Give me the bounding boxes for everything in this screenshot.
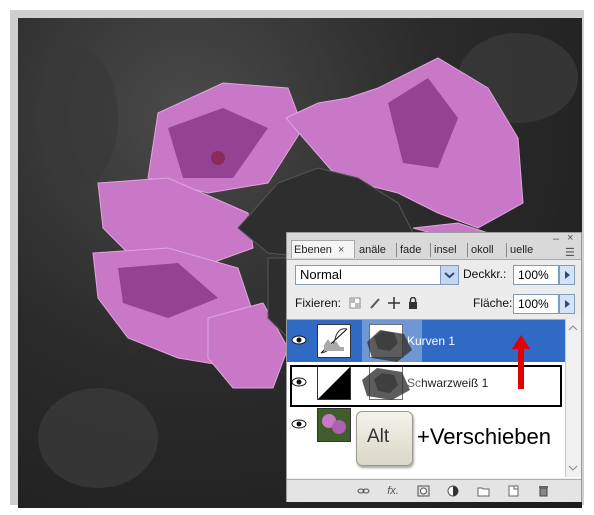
- curves-adjustment-thumbnail: [317, 324, 351, 358]
- trash-icon[interactable]: [537, 485, 550, 497]
- tab-separator: [506, 243, 507, 257]
- blend-mode-value: Normal: [300, 267, 342, 282]
- lock-all-icon[interactable]: [407, 297, 419, 309]
- panel-tab-bar: Ebenen × anäle fade insel okoll uelle – …: [287, 232, 581, 260]
- lock-label: Fixieren:: [295, 296, 342, 310]
- tab-label: anäle: [359, 244, 386, 256]
- lock-move-icon[interactable]: [388, 297, 400, 309]
- eye-icon[interactable]: [291, 333, 307, 347]
- minimize-icon[interactable]: –: [553, 233, 559, 245]
- opacity-field[interactable]: 100%: [513, 265, 559, 285]
- tab-history[interactable]: okoll: [469, 241, 505, 259]
- tab-ebenen[interactable]: Ebenen ×: [291, 240, 355, 258]
- lock-transparent-icon[interactable]: [349, 297, 361, 309]
- tab-label: uelle: [510, 244, 534, 256]
- fill-field[interactable]: 100%: [513, 294, 559, 314]
- tab-separator: [430, 243, 431, 257]
- move-hint-text: +Verschieben: [417, 424, 551, 449]
- scroll-up-icon[interactable]: [566, 321, 580, 335]
- panel-menu-icon[interactable]: ☰: [565, 246, 575, 259]
- tab-label: okoll: [471, 244, 494, 256]
- eye-icon[interactable]: [291, 417, 307, 431]
- alt-key-label: Alt: [367, 426, 390, 447]
- adjustment-icon[interactable]: [447, 485, 460, 497]
- fill-label: Fläche:: [473, 296, 513, 310]
- link-icon[interactable]: [357, 485, 370, 497]
- tab-label: Ebenen: [294, 244, 332, 256]
- fill-slider-button[interactable]: [559, 294, 575, 314]
- mask-icon[interactable]: [417, 485, 430, 497]
- alt-key-icon: Alt: [356, 411, 413, 466]
- opacity-slider-button[interactable]: [559, 265, 575, 285]
- tab-label: fade: [400, 244, 422, 256]
- tab-separator: [467, 243, 468, 257]
- fx-icon[interactable]: fx.: [385, 485, 401, 497]
- tab-paths[interactable]: fade: [398, 241, 430, 259]
- blend-mode-select[interactable]: Normal: [295, 265, 459, 285]
- scroll-down-icon[interactable]: [566, 461, 580, 475]
- close-icon[interactable]: ×: [567, 232, 573, 244]
- new-layer-icon[interactable]: [507, 485, 520, 497]
- tab-close-icon[interactable]: ×: [338, 244, 344, 256]
- screenshot-frame: Ebenen × anäle fade insel okoll uelle – …: [0, 0, 594, 515]
- layers-scrollbar[interactable]: [565, 319, 581, 477]
- opacity-label: Deckkr.:: [463, 267, 507, 281]
- chevron-down-icon[interactable]: [440, 266, 458, 284]
- red-arrow-icon: [512, 335, 530, 389]
- tab-separator: [396, 243, 397, 257]
- tab-channels[interactable]: anäle: [357, 241, 395, 259]
- panel-footer: fx.: [287, 479, 581, 502]
- lock-brush-icon[interactable]: [369, 297, 381, 309]
- image-thumbnail: [317, 408, 351, 442]
- tab-clone-source[interactable]: uelle: [508, 241, 544, 259]
- tab-label: insel: [434, 244, 457, 256]
- folder-icon[interactable]: [477, 485, 490, 497]
- tab-brushes[interactable]: insel: [432, 241, 466, 259]
